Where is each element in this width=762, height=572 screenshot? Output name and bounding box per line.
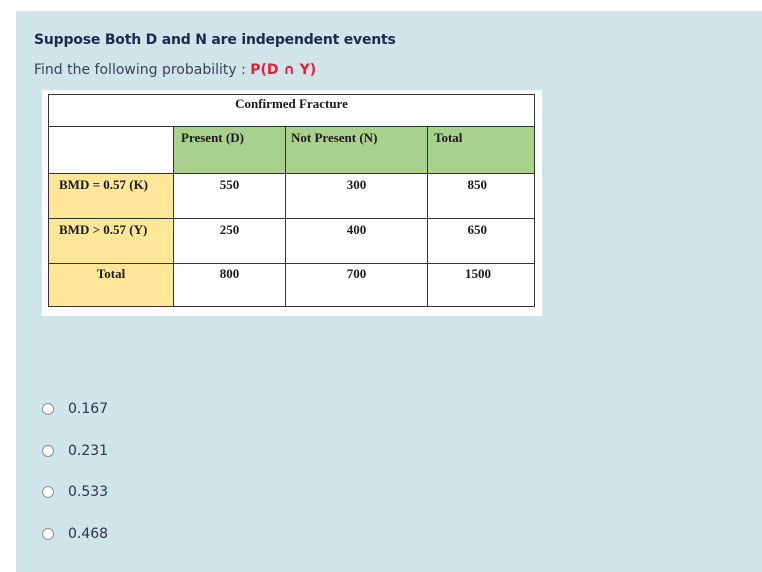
row-label-y: BMD > 0.57 (Y) bbox=[59, 222, 148, 237]
cell-y-present: 250 bbox=[219, 222, 240, 237]
option-label: 0.231 bbox=[68, 443, 109, 459]
answer-option-3[interactable]: 0.533 bbox=[42, 484, 108, 500]
cell-grand-total: 1500 bbox=[465, 266, 491, 281]
cell-k-present: 550 bbox=[219, 177, 240, 192]
cell-total-present: 800 bbox=[219, 266, 240, 281]
col-header-total: Total bbox=[434, 130, 463, 145]
radio-button[interactable] bbox=[42, 486, 54, 498]
cell-k-total: 850 bbox=[467, 177, 488, 192]
cell-k-not-present: 300 bbox=[346, 177, 367, 192]
question-text: Suppose Both D and N are independent eve… bbox=[34, 32, 396, 48]
cell-total-not-present: 700 bbox=[346, 266, 367, 281]
option-label: 0.167 bbox=[68, 401, 109, 417]
row-label-k: BMD = 0.57 (K) bbox=[59, 177, 149, 192]
cell-y-not-present: 400 bbox=[346, 222, 367, 237]
col-header-present: Present (D) bbox=[181, 130, 244, 145]
radio-button[interactable] bbox=[42, 528, 54, 540]
answer-option-2[interactable]: 0.231 bbox=[42, 443, 108, 459]
answer-option-4[interactable]: 0.468 bbox=[42, 526, 108, 542]
probability-expression: P(D ∩ Y) bbox=[250, 62, 317, 78]
cell-y-total: 650 bbox=[467, 222, 488, 237]
rowlabel-yellow-bg bbox=[48, 174, 174, 306]
answer-option-1[interactable]: 0.167 bbox=[42, 401, 108, 417]
question-prompt: Find the following probability : P(D ∩ Y… bbox=[34, 62, 316, 78]
radio-button[interactable] bbox=[42, 403, 54, 415]
contingency-table-image: Confirmed Fracture Present (D) Not Prese… bbox=[42, 90, 542, 316]
radio-button[interactable] bbox=[42, 445, 54, 457]
prompt-prefix: Find the following probability : bbox=[34, 62, 251, 78]
row-label-total: Total bbox=[96, 266, 126, 281]
table-title: Confirmed Fracture bbox=[235, 96, 348, 111]
option-label: 0.468 bbox=[68, 526, 109, 542]
option-label: 0.533 bbox=[68, 484, 109, 500]
col-header-not-present: Not Present (N) bbox=[291, 130, 378, 145]
